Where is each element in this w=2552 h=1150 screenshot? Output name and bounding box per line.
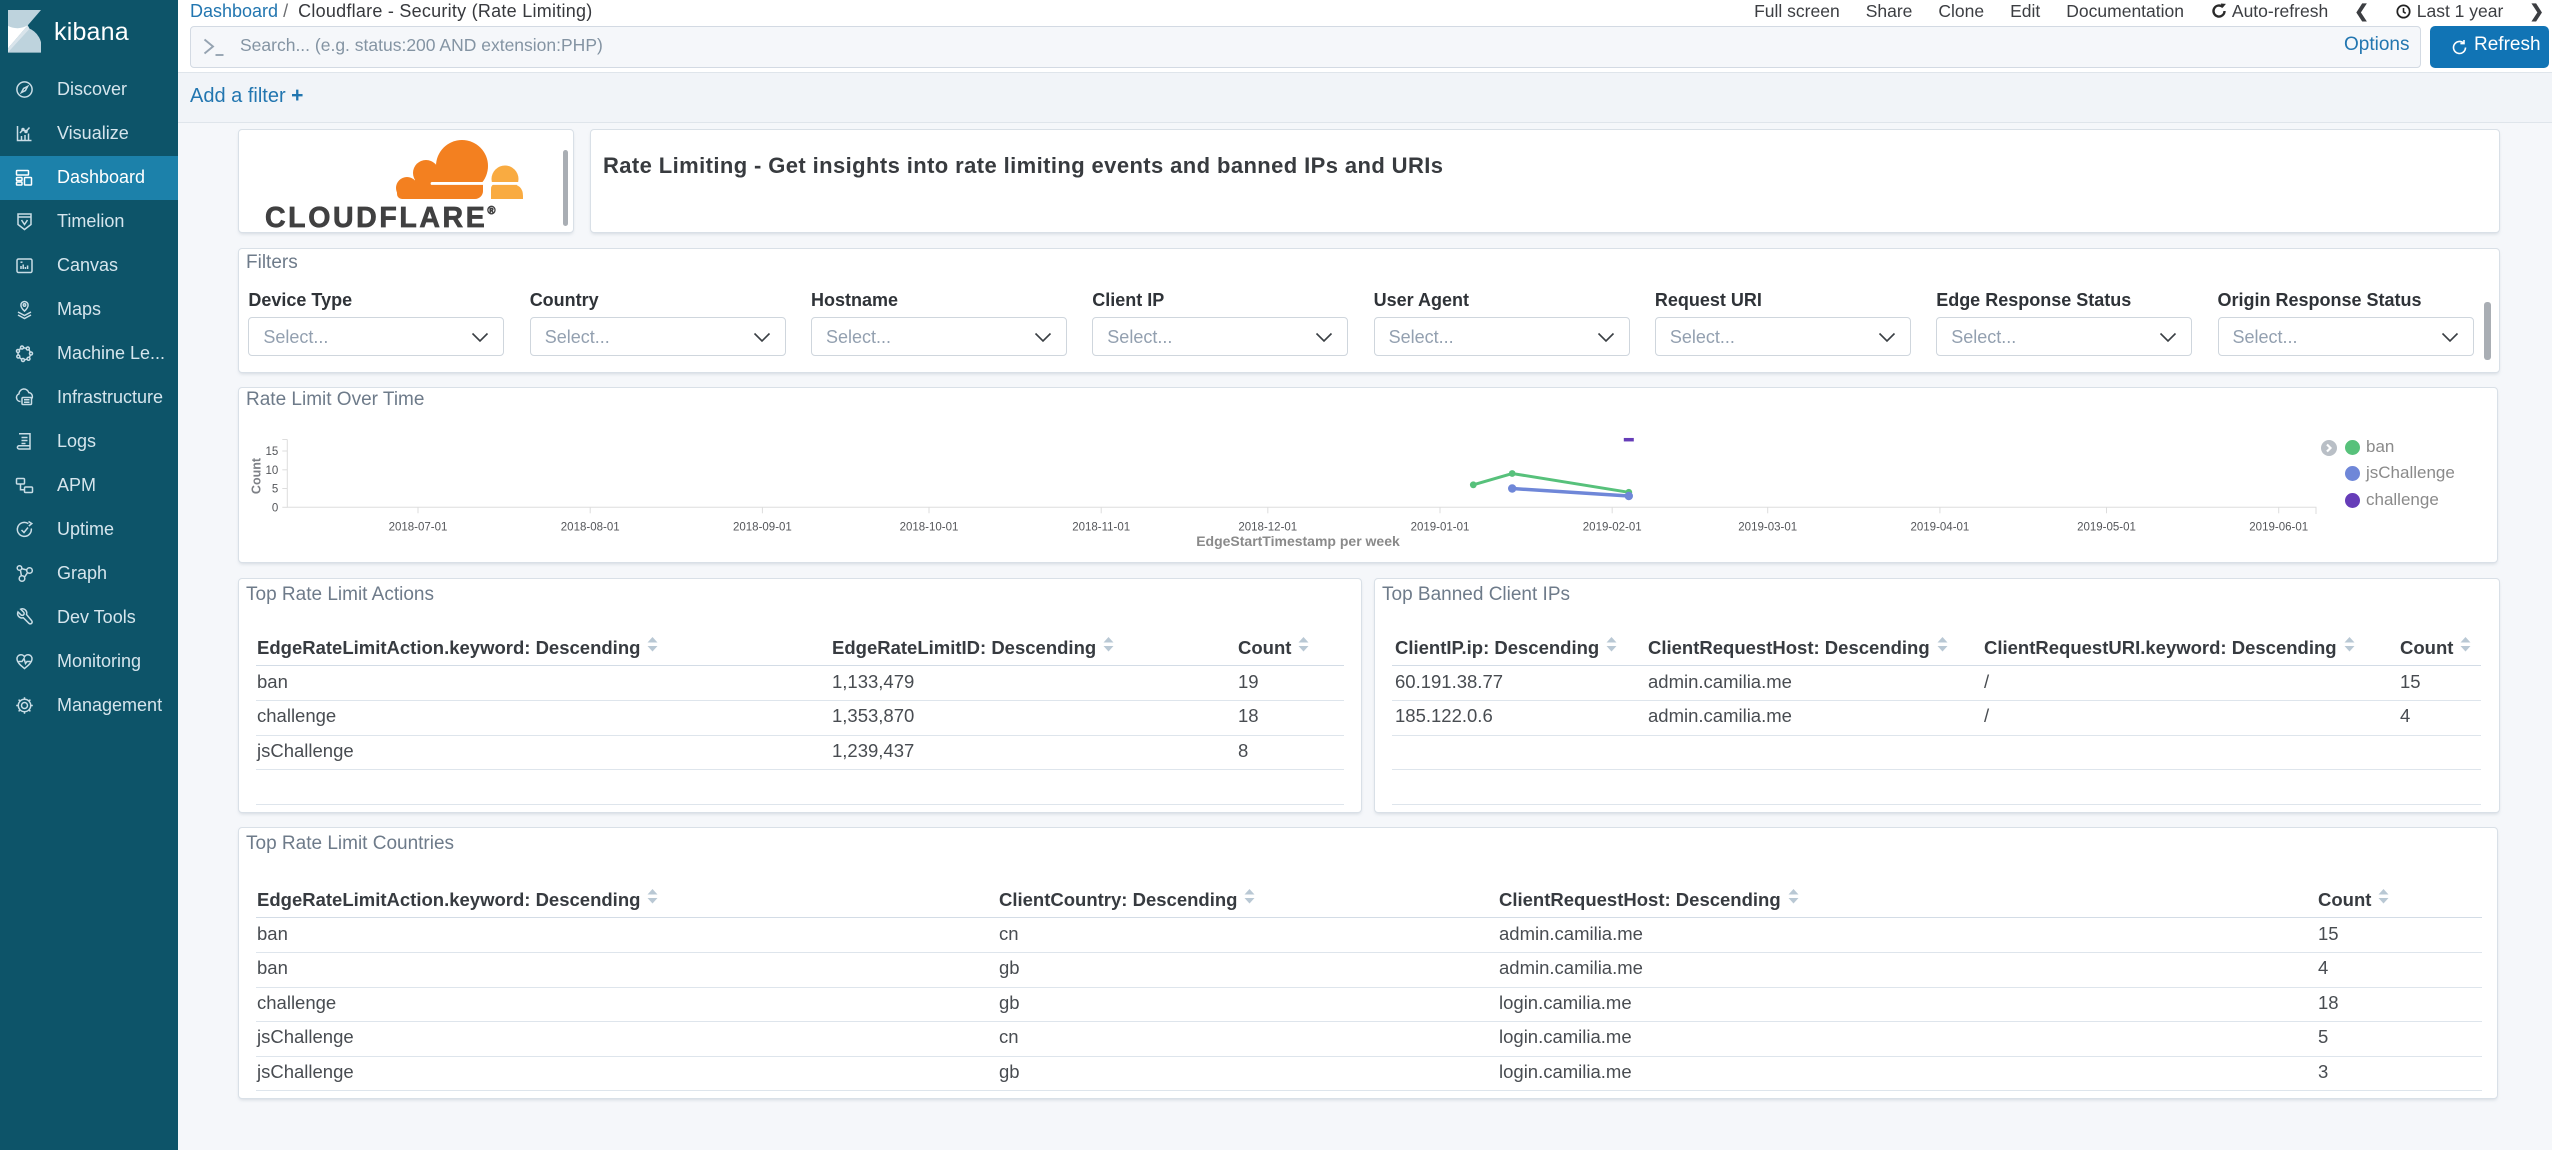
- svg-text:2019-05-01: 2019-05-01: [2077, 521, 2136, 533]
- svg-text:2018-12-01: 2018-12-01: [1238, 521, 1297, 533]
- svg-text:2018-11-01: 2018-11-01: [1072, 521, 1130, 533]
- svg-text:2019-01-01: 2019-01-01: [1411, 521, 1470, 533]
- svg-text:2019-02-01: 2019-02-01: [1583, 521, 1642, 533]
- svg-text:2018-09-01: 2018-09-01: [733, 521, 792, 533]
- svg-text:15: 15: [266, 446, 279, 458]
- svg-text:2018-08-01: 2018-08-01: [561, 521, 620, 533]
- svg-text:5: 5: [272, 484, 278, 496]
- svg-text:2019-06-01: 2019-06-01: [2249, 521, 2308, 533]
- svg-text:2019-04-01: 2019-04-01: [1910, 521, 1969, 533]
- svg-text:2019-03-01: 2019-03-01: [1738, 521, 1797, 533]
- svg-text:0: 0: [272, 502, 278, 514]
- svg-text:Count: Count: [250, 457, 264, 494]
- svg-text:2018-10-01: 2018-10-01: [900, 521, 959, 533]
- svg-text:2018-07-01: 2018-07-01: [389, 521, 448, 533]
- svg-text:10: 10: [266, 465, 279, 477]
- svg-text:EdgeStartTimestamp per week: EdgeStartTimestamp per week: [1196, 533, 1400, 549]
